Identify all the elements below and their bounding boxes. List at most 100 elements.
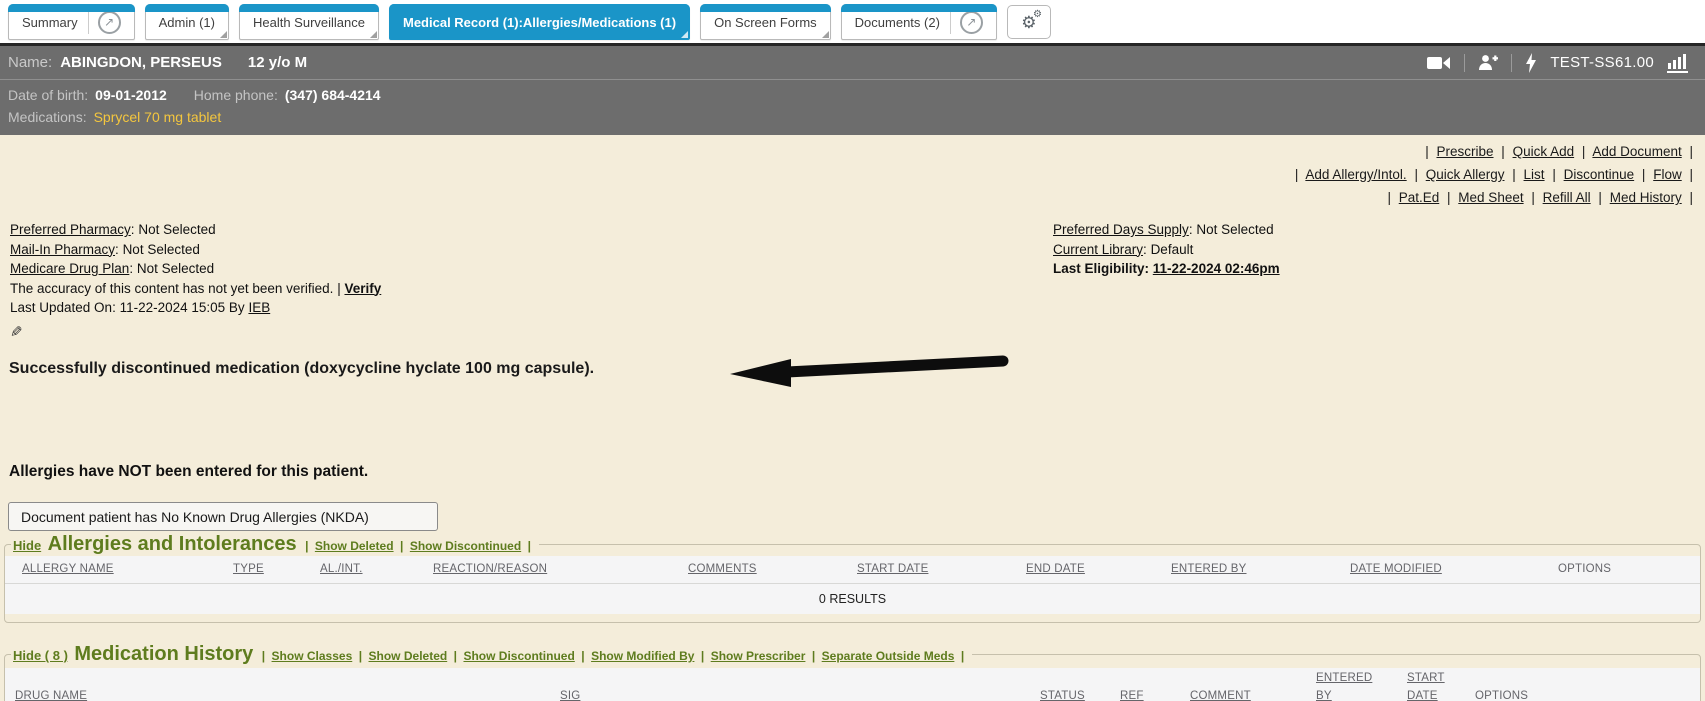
- dob-value: 09-01-2012: [95, 87, 167, 103]
- last-eligibility-link[interactable]: 11-22-2024 02:46pm: [1153, 261, 1280, 276]
- patient-identity: Name: ABINGDON, PERSEUS 12 y/o M: [8, 54, 307, 71]
- tab-medical-record[interactable]: Medical Record (1):Allergies/Medications…: [389, 4, 690, 40]
- show-modified-by-link[interactable]: Show Modified By: [591, 649, 694, 663]
- preferred-days-supply-link[interactable]: Preferred Days Supply: [1053, 222, 1189, 237]
- tab-fold-corner: [681, 31, 688, 38]
- col-allergy-name[interactable]: ALLERGY NAME: [22, 563, 114, 575]
- col-end-date[interactable]: END DATE: [1026, 563, 1085, 575]
- col-ref[interactable]: REF: [1120, 690, 1144, 701]
- col-type[interactable]: TYPE: [233, 563, 264, 575]
- separator: |: [1387, 190, 1391, 205]
- col-al-int[interactable]: AL./INT.: [320, 563, 363, 575]
- mail-in-pharmacy-link[interactable]: Mail-In Pharmacy: [10, 242, 115, 257]
- medicare-drug-plan-link[interactable]: Medicare Drug Plan: [10, 261, 129, 276]
- tab-admin[interactable]: Admin (1): [145, 4, 229, 40]
- quick-allergy-link[interactable]: Quick Allergy: [1426, 167, 1505, 182]
- separator: |: [1642, 167, 1646, 182]
- tab-health-surveillance-label: Health Surveillance: [253, 15, 365, 30]
- separator: |: [1598, 190, 1602, 205]
- last-updated-line: Last Updated On: 11-22-2024 15:05 By IEB: [10, 298, 381, 318]
- refill-all-link[interactable]: Refill All: [1543, 190, 1591, 205]
- col-date-modified[interactable]: DATE MODIFIED: [1350, 563, 1442, 575]
- separator: |: [701, 649, 704, 663]
- quick-add-link[interactable]: Quick Add: [1513, 144, 1575, 159]
- nkda-button[interactable]: Document patient has No Known Drug Aller…: [8, 502, 438, 531]
- allergies-hide-link[interactable]: Hide: [13, 538, 41, 553]
- current-library-link[interactable]: Current Library: [1053, 242, 1143, 257]
- col-entered[interactable]: ENTERED: [1316, 672, 1372, 684]
- preferred-pharmacy-link[interactable]: Preferred Pharmacy: [10, 222, 131, 237]
- separator: |: [1552, 167, 1556, 182]
- dob-phone-row: Date of birth: 09-01-2012 Home phone: (3…: [8, 87, 1705, 109]
- med-sheet-link[interactable]: Med Sheet: [1458, 190, 1523, 205]
- separator: |: [400, 539, 403, 553]
- preferred-days-supply-line: Preferred Days Supply: Not Selected: [1053, 220, 1280, 240]
- show-deleted-link[interactable]: Show Deleted: [315, 539, 394, 553]
- list-link[interactable]: List: [1524, 167, 1545, 182]
- annotation-arrow: [725, 347, 1015, 389]
- preferred-days-supply-value: Not Selected: [1196, 222, 1273, 237]
- patient-age-sex: 12 y/o M: [248, 54, 307, 71]
- last-eligibility-label: Last Eligibility:: [1053, 261, 1149, 276]
- medicare-drug-plan-line: Medicare Drug Plan: Not Selected: [10, 259, 381, 279]
- tab-on-screen-forms[interactable]: On Screen Forms: [700, 4, 831, 40]
- preferred-pharmacy-value: Not Selected: [138, 222, 215, 237]
- col-start-date[interactable]: START DATE: [857, 563, 928, 575]
- discontinue-link[interactable]: Discontinue: [1564, 167, 1635, 182]
- separator: |: [528, 539, 531, 553]
- home-phone-value: (347) 684-4214: [285, 87, 381, 103]
- lightning-bolt-icon[interactable]: [1525, 53, 1537, 73]
- tab-health-surveillance[interactable]: Health Surveillance: [239, 4, 379, 40]
- section-padding: [5, 614, 1700, 622]
- flowsheet-chart-icon[interactable]: [1667, 53, 1691, 73]
- add-allergy-intol-link[interactable]: Add Allergy/Intol.: [1305, 167, 1406, 182]
- tab-documents[interactable]: Documents (2) ↗: [841, 4, 997, 40]
- tab-summary[interactable]: Summary ↗: [8, 4, 135, 40]
- col-status[interactable]: STATUS: [1040, 690, 1085, 701]
- col-entered-by-2[interactable]: BY: [1316, 690, 1332, 701]
- col-start-date-2[interactable]: DATE: [1407, 690, 1438, 701]
- medications-hide-link[interactable]: Hide ( 8 ): [13, 648, 68, 663]
- tab-on-screen-forms-label: On Screen Forms: [714, 15, 817, 30]
- pat-ed-link[interactable]: Pat.Ed: [1399, 190, 1440, 205]
- col-comment[interactable]: COMMENT: [1190, 690, 1251, 701]
- col-drug-name[interactable]: DRUG NAME: [15, 690, 87, 701]
- tab-fold-corner: [822, 31, 829, 38]
- separator: |: [1501, 144, 1505, 159]
- patient-header-bar: Name: ABINGDON, PERSEUS 12 y/o M TEST-SS…: [0, 43, 1705, 79]
- verify-link[interactable]: Verify: [344, 281, 381, 296]
- medications-value[interactable]: Sprycel 70 mg tablet: [94, 109, 222, 125]
- col-entered-by[interactable]: ENTERED BY: [1171, 563, 1247, 575]
- show-prescriber-link[interactable]: Show Prescriber: [711, 649, 806, 663]
- dob-label: Date of birth:: [8, 87, 88, 103]
- show-deleted-link[interactable]: Show Deleted: [369, 649, 448, 663]
- col-reaction-reason[interactable]: REACTION/REASON: [433, 563, 547, 575]
- separator: |: [1425, 144, 1429, 159]
- mail-in-pharmacy-value: Not Selected: [123, 242, 200, 257]
- screen: Summary ↗ Admin (1) Health Surveillance …: [0, 0, 1705, 701]
- show-classes-link[interactable]: Show Classes: [272, 649, 353, 663]
- prescribe-link[interactable]: Prescribe: [1436, 144, 1493, 159]
- col-sig[interactable]: SIG: [560, 690, 580, 701]
- settings-button[interactable]: ⚙ ⚙: [1007, 5, 1051, 39]
- video-camera-icon[interactable]: [1427, 55, 1451, 71]
- separate-outside-meds-link[interactable]: Separate Outside Meds: [822, 649, 955, 663]
- add-person-icon[interactable]: [1478, 54, 1498, 71]
- allergies-section-header: Hide Allergies and Intolerances | Show D…: [11, 533, 539, 556]
- show-discontinued-link[interactable]: Show Discontinued: [463, 649, 574, 663]
- colon: :: [1189, 222, 1193, 237]
- med-history-link[interactable]: Med History: [1610, 190, 1682, 205]
- popout-arrow-icon[interactable]: ↗: [960, 11, 983, 34]
- separator: |: [1689, 144, 1693, 159]
- col-start[interactable]: START: [1407, 672, 1445, 684]
- medications-label: Medications:: [8, 109, 87, 125]
- edit-pencil-icon[interactable]: ✎: [10, 323, 23, 343]
- popout-arrow-icon[interactable]: ↗: [98, 11, 121, 34]
- col-comments[interactable]: COMMENTS: [688, 563, 757, 575]
- last-updated-by-link[interactable]: IEB: [248, 300, 270, 315]
- flow-link[interactable]: Flow: [1653, 167, 1682, 182]
- add-document-link[interactable]: Add Document: [1592, 144, 1681, 159]
- show-discontinued-link[interactable]: Show Discontinued: [410, 539, 521, 553]
- separator: |: [961, 649, 964, 663]
- last-updated-text: Last Updated On: 11-22-2024 15:05 By: [10, 300, 245, 315]
